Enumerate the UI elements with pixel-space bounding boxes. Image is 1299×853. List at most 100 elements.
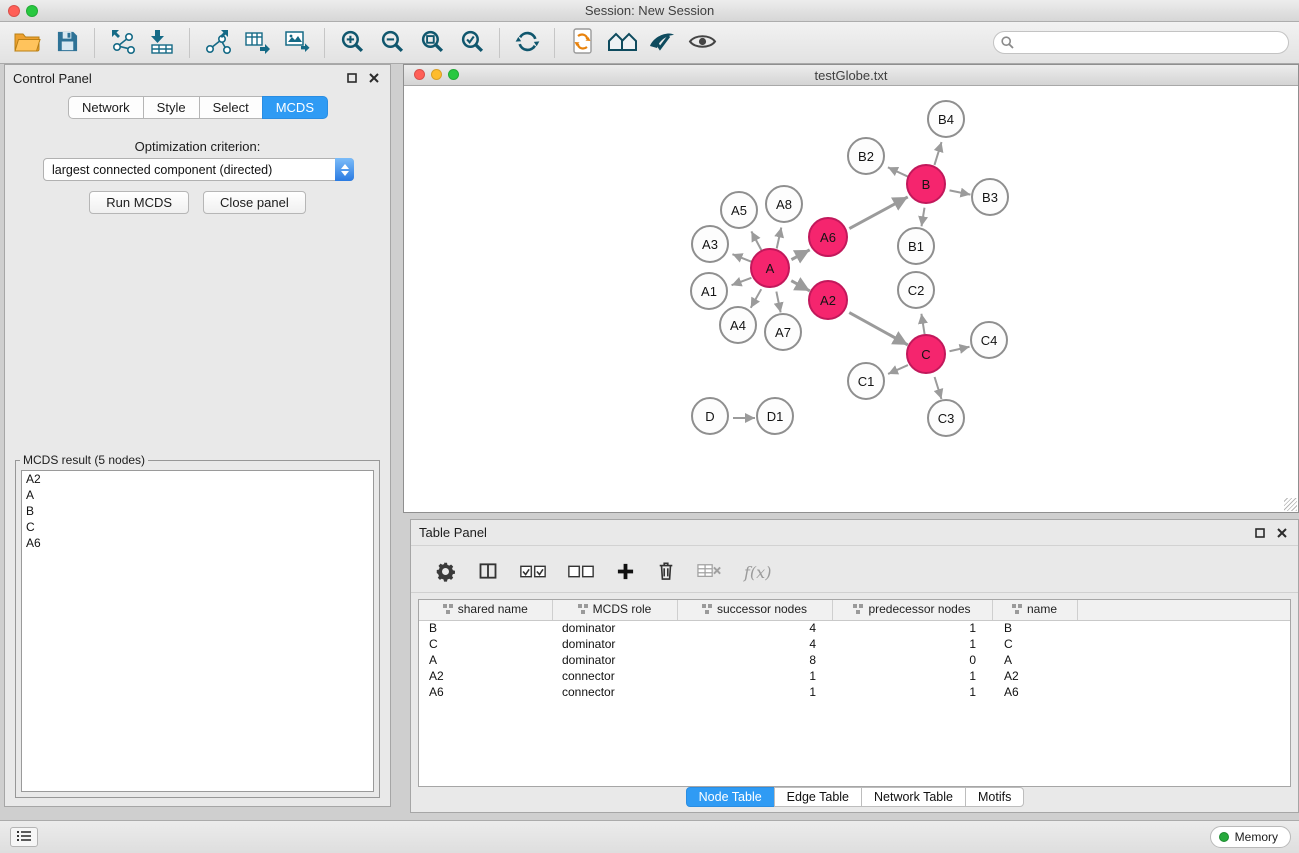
search-input[interactable] — [993, 31, 1289, 54]
mcds-result-item[interactable]: B — [22, 503, 373, 519]
memory-button[interactable]: Memory — [1210, 826, 1291, 848]
network-node-A2[interactable]: A2 — [808, 280, 848, 320]
network-close-button[interactable] — [414, 69, 425, 80]
run-mcds-button[interactable]: Run MCDS — [89, 191, 189, 214]
mcds-result-item[interactable]: A2 — [22, 471, 373, 487]
network-node-A5[interactable]: A5 — [720, 191, 758, 229]
column-header[interactable]: predecessor nodes — [832, 600, 992, 620]
float-panel-button[interactable] — [344, 70, 360, 86]
zoom-window-button[interactable] — [26, 5, 38, 17]
mcds-result-item[interactable]: A6 — [22, 535, 373, 551]
network-node-A4[interactable]: A4 — [719, 306, 757, 344]
network-edge-A-A1[interactable] — [732, 278, 752, 285]
network-node-C1[interactable]: C1 — [847, 362, 885, 400]
network-node-A6[interactable]: A6 — [808, 217, 848, 257]
network-edge-B-B2[interactable] — [888, 167, 908, 176]
network-edge-A-A8[interactable] — [777, 227, 782, 248]
criterion-dropdown[interactable]: largest connected component (directed) — [43, 158, 354, 181]
table-row[interactable]: A6connector11A6 — [419, 684, 1290, 700]
add-row-button[interactable] — [616, 562, 635, 584]
select-all-button[interactable] — [520, 564, 546, 582]
zoom-fit-button[interactable] — [415, 26, 449, 60]
table-row[interactable]: Bdominator41B — [419, 620, 1290, 636]
column-header[interactable]: MCDS role — [552, 600, 677, 620]
network-node-A[interactable]: A — [750, 248, 790, 288]
annotate-document-button[interactable] — [565, 26, 599, 60]
network-edge-A-A3[interactable] — [732, 254, 751, 262]
home-button[interactable] — [605, 26, 639, 60]
table-row[interactable]: Adominator80A — [419, 652, 1290, 668]
table-row[interactable]: Cdominator41C — [419, 636, 1290, 652]
table-settings-button[interactable] — [435, 561, 456, 585]
network-edge-A6-B[interactable] — [849, 197, 907, 229]
network-edge-A-A5[interactable] — [751, 231, 761, 250]
network-edge-C-C3[interactable] — [935, 377, 942, 399]
close-panel-action-button[interactable]: Close panel — [203, 191, 306, 214]
network-node-D[interactable]: D — [691, 397, 729, 435]
tab-edge-table[interactable]: Edge Table — [774, 787, 862, 807]
network-node-C3[interactable]: C3 — [927, 399, 965, 437]
tab-node-table[interactable]: Node Table — [686, 787, 775, 807]
network-node-B1[interactable]: B1 — [897, 227, 935, 265]
close-panel-button[interactable] — [366, 70, 382, 86]
network-node-D1[interactable]: D1 — [756, 397, 794, 435]
network-edge-A-A6[interactable] — [791, 250, 809, 260]
network-edge-A-A4[interactable] — [751, 289, 761, 308]
network-edge-A-A7[interactable] — [776, 292, 780, 313]
delete-row-button[interactable] — [657, 561, 675, 584]
network-minimize-button[interactable] — [431, 69, 442, 80]
mcds-result-list[interactable]: A2ABCA6 — [21, 470, 374, 792]
network-node-C2[interactable]: C2 — [897, 271, 935, 309]
network-edge-B-B1[interactable] — [922, 208, 925, 227]
network-edge-C-C2[interactable] — [921, 314, 924, 335]
close-table-panel-button[interactable] — [1274, 525, 1290, 541]
network-edge-C-C4[interactable] — [949, 347, 969, 351]
tab-select[interactable]: Select — [199, 96, 263, 119]
network-node-B[interactable]: B — [906, 164, 946, 204]
clear-table-button[interactable] — [697, 563, 722, 582]
import-network-button[interactable] — [105, 26, 139, 60]
network-edge-A-A2[interactable] — [791, 281, 810, 291]
zoom-selected-button[interactable] — [455, 26, 489, 60]
float-table-panel-button[interactable] — [1252, 525, 1268, 541]
tab-motifs[interactable]: Motifs — [965, 787, 1024, 807]
tab-network[interactable]: Network — [68, 96, 144, 119]
tab-mcds[interactable]: MCDS — [262, 96, 328, 119]
export-table-button[interactable] — [240, 26, 274, 60]
column-header[interactable]: successor nodes — [677, 600, 832, 620]
network-node-B2[interactable]: B2 — [847, 137, 885, 175]
network-edge-A2-C[interactable] — [849, 313, 908, 345]
open-session-button[interactable] — [10, 26, 44, 60]
network-node-A1[interactable]: A1 — [690, 272, 728, 310]
zoom-out-button[interactable] — [375, 26, 409, 60]
network-edge-B-B3[interactable] — [950, 190, 971, 194]
table-row[interactable]: A2connector11A2 — [419, 668, 1290, 684]
network-node-B4[interactable]: B4 — [927, 100, 965, 138]
network-edge-B-B4[interactable] — [934, 142, 941, 165]
column-header[interactable]: shared name — [419, 600, 552, 620]
import-table-button[interactable] — [145, 26, 179, 60]
apply-function-button[interactable]: f(x) — [744, 563, 771, 582]
mcds-result-item[interactable]: C — [22, 519, 373, 535]
validate-style-button[interactable] — [645, 26, 679, 60]
save-session-button[interactable] — [50, 26, 84, 60]
deselect-all-button[interactable] — [568, 564, 594, 582]
network-node-A3[interactable]: A3 — [691, 225, 729, 263]
network-node-A8[interactable]: A8 — [765, 185, 803, 223]
tab-network-table[interactable]: Network Table — [861, 787, 966, 807]
network-canvas[interactable]: B4 B2 B B3 A8A5 A6 A3 B1 A C2 A1 A2 A4A7 C4 C C1 D D1 C3 — [404, 86, 1298, 512]
tab-style[interactable]: Style — [143, 96, 200, 119]
network-node-C[interactable]: C — [906, 334, 946, 374]
export-image-button[interactable] — [280, 26, 314, 60]
column-header[interactable]: name — [992, 600, 1077, 620]
network-node-A7[interactable]: A7 — [764, 313, 802, 351]
mcds-result-item[interactable]: A — [22, 487, 373, 503]
resize-grip-icon[interactable] — [1284, 498, 1297, 511]
column-layout-button[interactable] — [478, 561, 498, 584]
network-zoom-button[interactable] — [448, 69, 459, 80]
show-task-history-button[interactable] — [10, 827, 38, 847]
network-node-C4[interactable]: C4 — [970, 321, 1008, 359]
zoom-in-button[interactable] — [335, 26, 369, 60]
export-network-button[interactable] — [200, 26, 234, 60]
network-node-B3[interactable]: B3 — [971, 178, 1009, 216]
